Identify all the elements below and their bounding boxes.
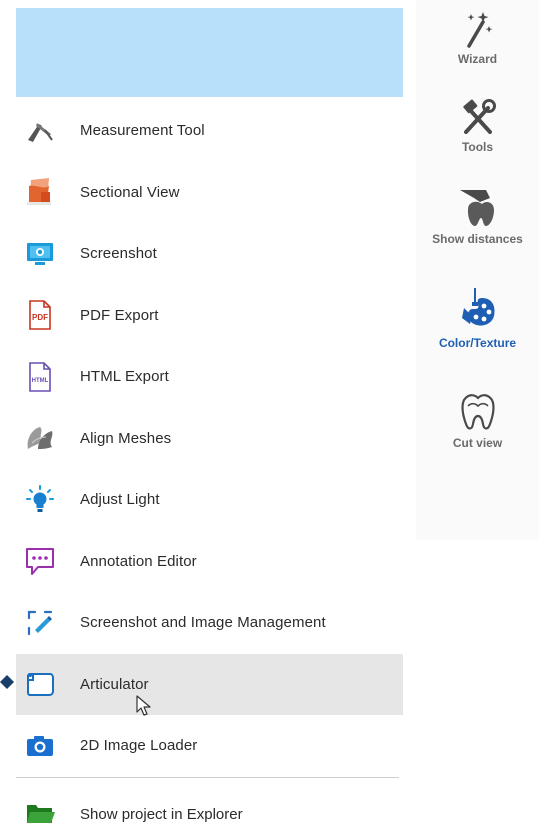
svg-text:HTML: HTML [32, 378, 49, 384]
menu-item-align-meshes[interactable]: Align Meshes [16, 408, 403, 470]
menu-item-label: HTML Export [80, 368, 169, 386]
tools-menu: Measurement Tool Sectional View Screensh… [16, 100, 403, 777]
menu-item-label: Sectional View [80, 183, 180, 201]
annotation-bubble-icon [20, 543, 60, 579]
menu-item-screenshot[interactable]: Screenshot [16, 223, 403, 285]
articulator-icon [20, 666, 60, 702]
toolbar-label: Tools [461, 140, 494, 154]
menu-separator [16, 777, 399, 778]
right-toolbar: Wizard Tools Show distances Color/Textur… [416, 0, 539, 540]
image-management-icon [20, 605, 60, 641]
folder-open-icon [20, 796, 60, 832]
menu-item-label: Show project in Explorer [80, 805, 243, 823]
menu-item-screenshot-image-management[interactable]: Screenshot and Image Management [16, 592, 403, 654]
sectional-view-icon [20, 174, 60, 210]
pdf-file-icon: PDF [20, 297, 60, 333]
menu-item-html-export[interactable]: HTML HTML Export [16, 346, 403, 408]
magic-wand-icon [466, 12, 492, 48]
menu-item-show-project-in-explorer[interactable]: Show project in Explorer [16, 788, 403, 840]
menu-item-label: Adjust Light [80, 491, 160, 509]
toolbar-label: Wizard [457, 52, 498, 66]
camera-icon [20, 728, 60, 764]
mouse-cursor-icon [136, 695, 151, 716]
menu-item-label: Align Meshes [80, 429, 172, 447]
hammer-wrench-icon [462, 99, 496, 134]
menu-item-pdf-export[interactable]: PDF PDF Export [16, 285, 403, 347]
menu-item-articulator[interactable]: Articulator [16, 653, 403, 715]
tooth-outline-icon [460, 394, 495, 430]
menu-item-label: Articulator [80, 675, 149, 693]
submenu-pointer-icon [0, 675, 14, 689]
toolbar-tools-button[interactable]: Tools [416, 96, 539, 154]
menu-item-label: Screenshot [80, 245, 157, 263]
menu-item-label: Screenshot and Image Management [80, 614, 326, 632]
toolbar-show-distances-button[interactable]: Show distances [416, 184, 539, 246]
toolbar-label: Show distances [432, 232, 523, 246]
svg-text:PDF: PDF [32, 313, 48, 322]
tooth-distances-icon [459, 190, 494, 226]
toolbar-color-texture-button[interactable]: Color/Texture [416, 288, 539, 350]
palette-brush-icon [461, 288, 494, 326]
caliper-icon [20, 113, 60, 149]
menu-item-sectional-view[interactable]: Sectional View [16, 162, 403, 224]
menu-item-label: PDF Export [80, 306, 159, 324]
toolbar-label: Cut view [452, 436, 503, 450]
toolbar-cut-view-button[interactable]: Cut view [416, 390, 539, 450]
toolbar-label: Color/Texture [438, 336, 517, 350]
menu-item-label: Annotation Editor [80, 552, 197, 570]
menu-header-band [16, 8, 403, 97]
menu-item-label: Measurement Tool [80, 122, 205, 140]
align-meshes-icon [20, 420, 60, 456]
menu-item-annotation-editor[interactable]: Annotation Editor [16, 531, 403, 593]
toolbar-wizard-button[interactable]: Wizard [416, 8, 539, 66]
html-file-icon: HTML [20, 359, 60, 395]
menu-item-measurement-tool[interactable]: Measurement Tool [16, 100, 403, 162]
menu-item-adjust-light[interactable]: Adjust Light [16, 469, 403, 531]
screenshot-monitor-icon [20, 236, 60, 272]
menu-item-label: 2D Image Loader [80, 737, 198, 755]
lightbulb-icon [20, 482, 60, 518]
menu-item-2d-image-loader[interactable]: 2D Image Loader [16, 715, 403, 777]
